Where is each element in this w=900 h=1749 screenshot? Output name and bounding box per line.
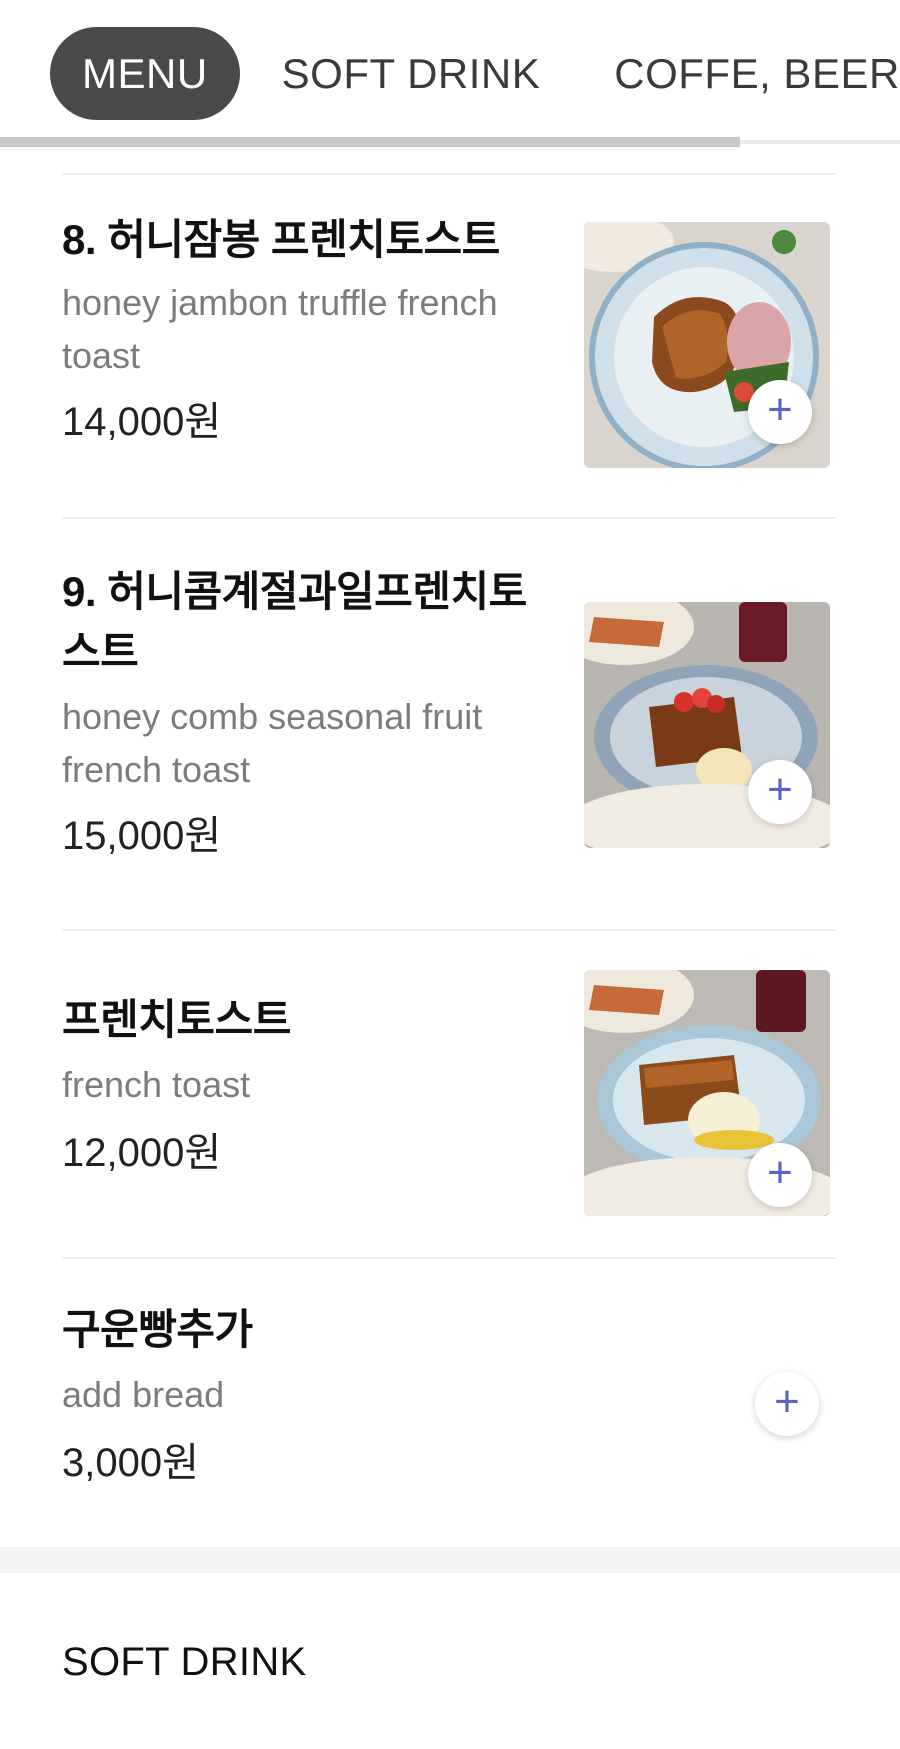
item-divider	[62, 929, 837, 931]
item-description: honey jambon truffle french toast	[62, 282, 498, 376]
category-tab-bar: MENU SOFT DRINK COFFE, BEER W	[0, 0, 900, 148]
tab-scroll-indicator[interactable]	[0, 137, 740, 147]
plus-icon: +	[774, 1377, 800, 1426]
item-description: add bread	[62, 1374, 225, 1415]
item-description: honey comb seasonal fruit french toast	[62, 696, 483, 790]
add-to-cart-button[interactable]: +	[748, 760, 812, 824]
item-price: 3,000원	[62, 1441, 199, 1485]
item-description: french toast	[62, 1064, 251, 1105]
item-divider	[62, 173, 837, 175]
item-name: 프렌치토스트	[62, 996, 291, 1043]
tab-soft-drink[interactable]: SOFT DRINK	[250, 27, 573, 120]
add-to-cart-button[interactable]: +	[748, 1143, 812, 1207]
item-divider	[62, 1257, 837, 1259]
item-name: 8. 허니잠봉 프렌치토스트	[62, 216, 500, 263]
plus-icon: +	[767, 385, 793, 434]
section-separator	[0, 1547, 900, 1573]
add-to-cart-button[interactable]: +	[755, 1372, 819, 1436]
plus-icon: +	[767, 1148, 793, 1197]
item-name: 9. 허니콤계절과일프렌치토스트	[62, 568, 527, 675]
section-title: SOFT DRINK	[62, 1640, 307, 1684]
add-to-cart-button[interactable]: +	[748, 380, 812, 444]
item-price: 14,000원	[62, 400, 222, 444]
item-price: 15,000원	[62, 814, 222, 858]
plus-icon: +	[767, 765, 793, 814]
tab-coffee-beer[interactable]: COFFE, BEER	[582, 27, 900, 120]
category-tabs: MENU SOFT DRINK COFFE, BEER W	[50, 27, 900, 120]
item-name: 구운빵추가	[62, 1306, 253, 1353]
item-divider	[62, 517, 837, 519]
tab-menu[interactable]: MENU	[50, 27, 240, 120]
item-price: 12,000원	[62, 1131, 222, 1175]
